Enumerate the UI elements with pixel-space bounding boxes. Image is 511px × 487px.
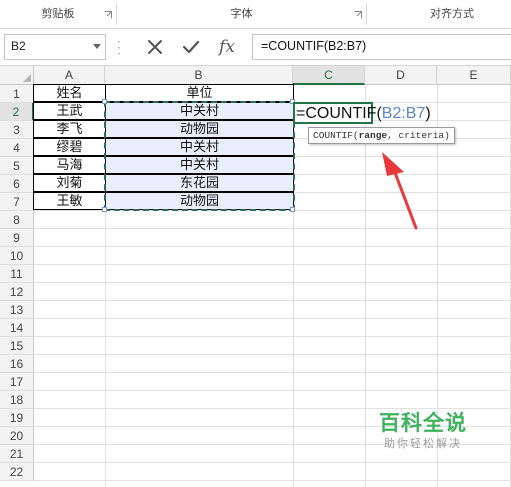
row-header-18[interactable]: 18 (0, 391, 34, 409)
row-header-13[interactable]: 13 (0, 301, 34, 319)
gridline (34, 390, 511, 391)
cell-b4[interactable]: 中关村 (105, 138, 294, 156)
gridline (34, 372, 511, 373)
cell-a4[interactable]: 缪碧 (33, 138, 106, 156)
row-header-9[interactable]: 9 (0, 229, 34, 247)
red-arrow-icon (382, 152, 418, 230)
row-header-16[interactable]: 16 (0, 355, 34, 373)
column-header-e[interactable]: E (437, 66, 511, 85)
cell-a1[interactable]: 姓名 (33, 84, 106, 102)
row-header-19[interactable]: 19 (0, 409, 34, 427)
formula-suffix: ) (425, 105, 431, 122)
cell-b1[interactable]: 单位 (105, 84, 294, 102)
cell-a7[interactable]: 王敏 (33, 192, 106, 210)
range-handle[interactable] (290, 207, 295, 212)
group-divider (366, 3, 367, 25)
formula-bar: B2 · · · fx =COUNTIF(B2:B7) (0, 29, 511, 66)
cell-a2[interactable]: 王武 (33, 102, 106, 120)
enter-button[interactable] (178, 35, 204, 59)
range-handle[interactable] (102, 99, 107, 104)
row-header-15[interactable]: 15 (0, 337, 34, 355)
gridline (34, 336, 511, 337)
gridline (34, 282, 511, 283)
x-icon (148, 40, 162, 54)
cell-b3[interactable]: 动物园 (105, 120, 294, 138)
watermark-title: 百科全说 (379, 411, 467, 435)
cell-a6[interactable]: 刘菊 (33, 174, 106, 192)
row-header-7[interactable]: 7 (0, 193, 34, 211)
dialog-launcher-icon[interactable] (354, 11, 362, 19)
column-header-c[interactable]: C (293, 66, 365, 85)
row-header-8[interactable]: 8 (0, 211, 34, 229)
dialog-launcher-icon[interactable] (104, 11, 112, 19)
gridline (34, 408, 511, 409)
name-box-value: B2 (11, 39, 26, 53)
gridline (34, 318, 511, 319)
fx-icon: fx (219, 37, 235, 57)
cell-a5[interactable]: 马海 (33, 156, 106, 174)
gridline (34, 462, 511, 463)
gridline (34, 228, 511, 229)
select-all-corner[interactable] (0, 66, 34, 85)
cell-formula-editor[interactable]: =COUNTIF(B2:B7) (296, 104, 431, 124)
alignment-group-label: 对齐方式 (430, 7, 474, 20)
row-header-11[interactable]: 11 (0, 265, 34, 283)
gridline (34, 300, 511, 301)
row-header-12[interactable]: 12 (0, 283, 34, 301)
cell-b2[interactable]: 中关村 (105, 102, 294, 120)
gridline (34, 246, 511, 247)
formula-range-ref: B2:B7 (381, 105, 426, 122)
row-header-22[interactable]: 22 (0, 463, 34, 481)
row-header-4[interactable]: 4 (0, 139, 34, 157)
insert-function-button[interactable]: fx (214, 35, 240, 59)
watermark-logo: 百科全说 助你轻松解决 (368, 410, 478, 451)
range-handle[interactable] (102, 207, 107, 212)
tooltip-function: COUNTIF( (313, 130, 359, 141)
row-header-5[interactable]: 5 (0, 157, 34, 175)
ribbon: 剪贴板 字体 对齐方式 (0, 0, 511, 29)
name-box[interactable]: B2 (4, 34, 106, 60)
chevron-down-icon[interactable] (93, 44, 101, 49)
row-header-21[interactable]: 21 (0, 445, 34, 463)
formula-prefix: =COUNTIF( (296, 105, 382, 122)
gridline (34, 264, 511, 265)
cell-a3[interactable]: 李飞 (33, 120, 106, 138)
formula-input[interactable]: =COUNTIF(B2:B7) (252, 34, 511, 60)
cell-b5[interactable]: 中关村 (105, 156, 294, 174)
column-header-d[interactable]: D (365, 66, 437, 85)
row-header-10[interactable]: 10 (0, 247, 34, 265)
row-header-20[interactable]: 20 (0, 427, 34, 445)
row-header-3[interactable]: 3 (0, 121, 34, 139)
cell-b6[interactable]: 东花园 (105, 174, 294, 192)
check-icon (182, 40, 200, 54)
row-header-17[interactable]: 17 (0, 373, 34, 391)
column-header-a[interactable]: A (34, 66, 105, 85)
more-options-icon[interactable]: · · · (117, 36, 121, 60)
formula-text: =COUNTIF(B2:B7) (261, 39, 367, 53)
column-header-b[interactable]: B (105, 66, 293, 85)
watermark-subtitle: 助你轻松解决 (384, 437, 462, 450)
row-header-1[interactable]: 1 (0, 85, 34, 103)
gridline (34, 354, 511, 355)
clipboard-group-label: 剪贴板 (41, 7, 75, 20)
gridline (34, 480, 511, 481)
row-header-2[interactable]: 2 (0, 103, 34, 121)
row-header-6[interactable]: 6 (0, 175, 34, 193)
row-header-14[interactable]: 14 (0, 319, 34, 337)
cancel-button[interactable] (142, 35, 168, 59)
font-group-label: 字体 (230, 7, 253, 20)
cell-b7[interactable]: 动物园 (105, 192, 294, 210)
